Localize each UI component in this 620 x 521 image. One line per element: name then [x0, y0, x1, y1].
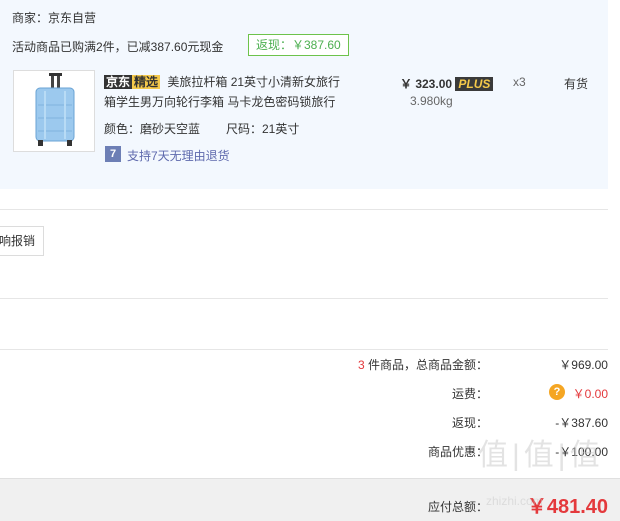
section-divider-3: [0, 349, 608, 350]
goods-count: 3: [357, 358, 365, 372]
product-weight: 3.980kg: [410, 94, 453, 108]
invoice-button-label: 响报销: [0, 234, 36, 248]
discount-value: -￥100.00: [555, 445, 608, 459]
section-divider-2: [0, 298, 608, 299]
merchant-label: 商家：京东自营: [12, 11, 97, 25]
cashback-label: 返现：: [451, 416, 488, 430]
order-panel: 商家：京东自营 活动商品已购满2件，已减387.60元现金 返现：￥387.60…: [0, 0, 608, 189]
goods-count-text: 件商品，总商品金额：: [367, 358, 488, 372]
plus-badge: PLUS: [455, 77, 494, 91]
payable-value: ￥481.40: [526, 496, 608, 518]
discount-label: 商品优惠：: [427, 445, 488, 459]
product-title[interactable]: 京东 精选 美旅拉杆箱 21英寸小清新女旅行: [104, 73, 340, 90]
cashback-tag: 返现：￥387.60: [248, 34, 349, 56]
shipping-label: 运费：: [451, 387, 488, 401]
goods-count-label: 3 件商品，总商品金额：: [300, 356, 488, 373]
select-badge: 精选: [132, 75, 161, 89]
product-title-line1: 美旅拉杆箱 21英寸小清新女旅行: [167, 75, 341, 89]
product-image[interactable]: [13, 70, 95, 152]
payable-footer: 应付总额： ￥481.40: [0, 478, 620, 521]
invoice-button[interactable]: 响报销: [0, 226, 45, 256]
product-price-row: ￥ 323.00 PLUS: [400, 75, 494, 92]
product-size: 尺码：21英寸: [226, 122, 300, 136]
section-divider-1: [0, 209, 608, 210]
product-price: ￥ 323.00: [400, 77, 453, 91]
shipping-value: ￥0.00: [572, 387, 608, 401]
product-title-line2[interactable]: 箱学生男万向轮行李箱 马卡龙色密码锁旅行: [104, 93, 335, 110]
goods-total-value: ￥969.00: [559, 358, 608, 372]
return-policy-link[interactable]: 支持7天无理由退货: [127, 147, 230, 164]
cashback-value: -￥387.60: [555, 416, 608, 430]
jd-badge: 京东: [104, 75, 133, 89]
promo-text: 活动商品已购满2件，已减387.60元现金: [12, 40, 224, 54]
return-icon: 7: [105, 146, 121, 162]
suitcase-icon: [35, 73, 75, 146]
stock-status: 有货: [564, 77, 589, 91]
product-color: 颜色：磨砂天空蓝: [104, 122, 201, 136]
product-quantity: x3: [513, 75, 526, 89]
payable-label: 应付总额：: [427, 500, 488, 514]
